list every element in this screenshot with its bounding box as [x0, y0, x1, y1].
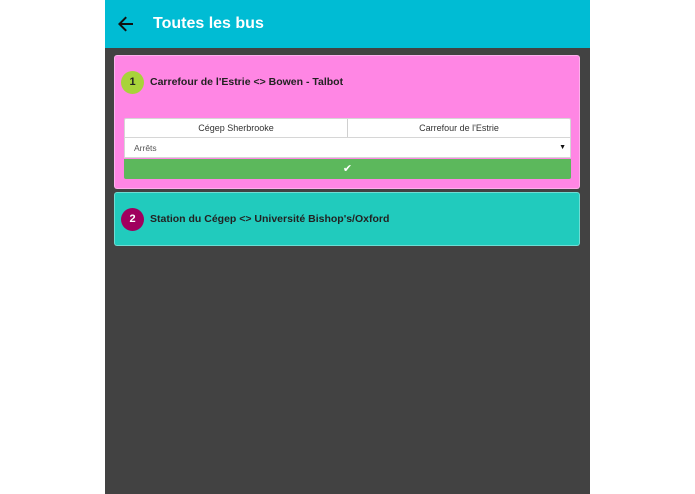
stops-select-value: Arrêts	[134, 142, 157, 153]
caret-down-icon: ▼	[559, 144, 566, 151]
app-bar: Toutes les bus	[105, 0, 590, 48]
route-number-badge: 1	[121, 70, 144, 94]
route-name: Station du Cégep <> Université Bishop's/…	[150, 213, 390, 225]
stops-select[interactable]: Arrêts ▼	[124, 138, 571, 158]
back-button[interactable]	[115, 13, 137, 35]
check-icon: ✔	[342, 162, 353, 175]
direction-selector: Cégep Sherbrooke Carrefour de l'Estrie	[124, 118, 571, 138]
route-card-2: 2 Station du Cégep <> Université Bishop'…	[114, 192, 580, 246]
direction-button-carrefour[interactable]: Carrefour de l'Estrie	[347, 119, 570, 137]
arrow-left-icon	[118, 16, 133, 32]
route-header-2[interactable]: 2 Station du Cégep <> Université Bishop'…	[115, 193, 579, 245]
route-header-1[interactable]: 1 Carrefour de l'Estrie <> Bowen - Talbo…	[115, 56, 579, 108]
app-screen: Toutes les bus 1 Carrefour de l'Estrie <…	[105, 0, 590, 494]
route-number-badge: 2	[121, 207, 144, 231]
direction-button-cegep[interactable]: Cégep Sherbrooke	[125, 119, 347, 137]
route-name: Carrefour de l'Estrie <> Bowen - Talbot	[150, 76, 344, 88]
confirm-button[interactable]: ✔	[124, 159, 571, 179]
route-card-1: 1 Carrefour de l'Estrie <> Bowen - Talbo…	[114, 55, 580, 189]
page-title: Toutes les bus	[153, 15, 264, 32]
